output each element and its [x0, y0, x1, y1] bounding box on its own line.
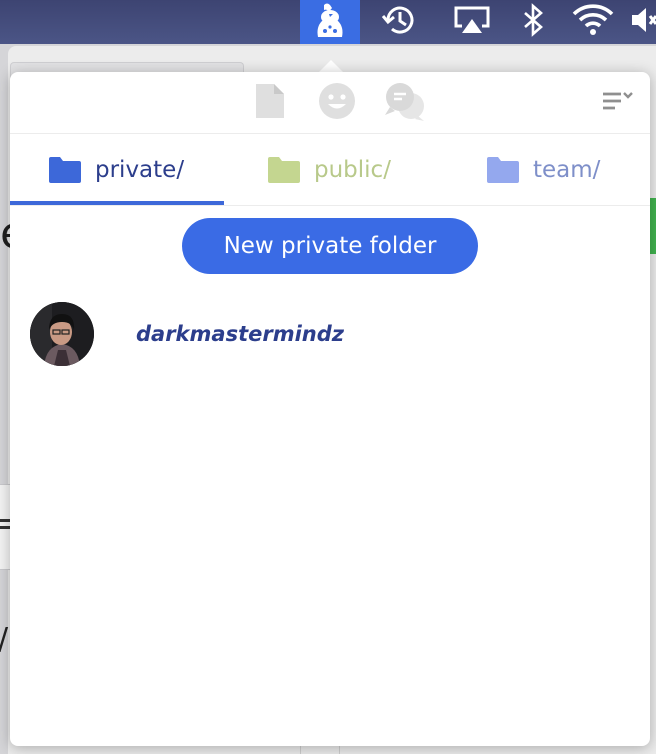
folder-icon [486, 156, 520, 184]
list-item[interactable]: darkmastermindz [30, 298, 630, 370]
tab-team[interactable]: team/ [486, 134, 626, 206]
document-icon[interactable] [254, 82, 286, 124]
folder-icon [267, 156, 301, 184]
bluetooth-icon [521, 3, 545, 41]
emoji-icon[interactable] [318, 82, 356, 124]
menu-icon[interactable] [602, 90, 634, 118]
menu-bar [0, 0, 656, 44]
tab-public[interactable]: public/ [267, 134, 427, 206]
avatar [30, 302, 94, 366]
airplay-icon [452, 4, 492, 40]
tab-team-label: team/ [533, 157, 601, 183]
new-private-folder-button[interactable]: New private folder [182, 218, 478, 274]
chat-icon[interactable] [384, 82, 426, 126]
folder-tabs: private/ public/ team/ [10, 134, 650, 206]
time-machine-icon [380, 3, 418, 41]
folder-icon [48, 156, 82, 184]
popover-header [10, 72, 650, 134]
tab-private-label: private/ [95, 157, 185, 183]
tab-public-label: public/ [314, 157, 391, 183]
keybase-menu-extra[interactable] [300, 0, 360, 44]
selected-tab-indicator [10, 201, 224, 205]
volume-menu[interactable] [630, 0, 656, 44]
bluetooth-menu[interactable] [516, 0, 550, 44]
keybase-popover: private/ public/ team/ New private folde… [10, 72, 650, 746]
tab-private[interactable]: private/ [48, 134, 224, 206]
wifi-icon [571, 3, 615, 41]
wifi-menu[interactable] [568, 0, 618, 44]
keybase-icon [312, 1, 348, 43]
username[interactable]: darkmastermindz [136, 322, 344, 346]
background-glyph-slash: / [0, 622, 8, 657]
volume-muted-icon [630, 5, 656, 39]
airplay-menu[interactable] [448, 0, 496, 44]
time-machine-menu[interactable] [376, 0, 422, 44]
